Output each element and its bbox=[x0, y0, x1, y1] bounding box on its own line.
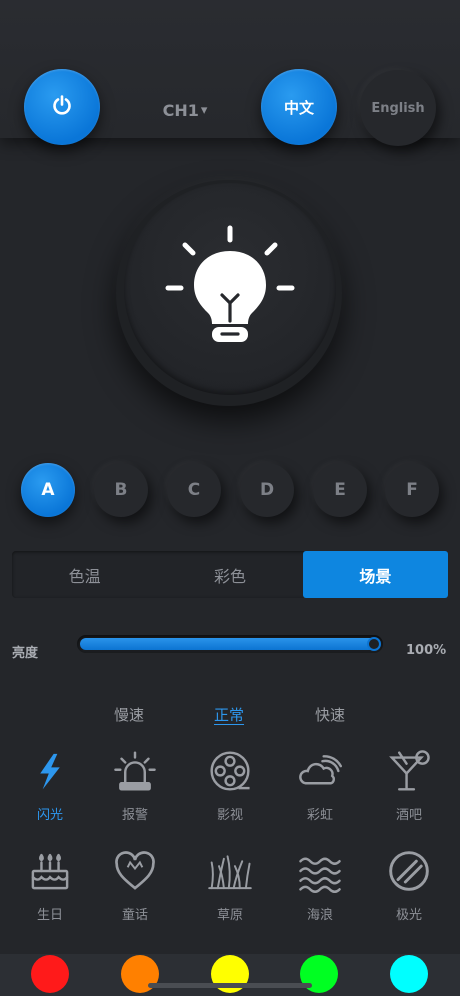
group-button-c[interactable]: C bbox=[167, 463, 221, 517]
group-button-label: B bbox=[114, 480, 128, 500]
scene-label: 报警 bbox=[121, 808, 148, 823]
lightning-icon bbox=[10, 749, 90, 793]
tab-mode-0[interactable]: 色温 bbox=[12, 551, 157, 598]
brightness-slider-handle[interactable] bbox=[367, 637, 381, 651]
power-icon bbox=[51, 94, 73, 120]
birthday-cake-icon bbox=[10, 849, 90, 893]
heart-icon bbox=[95, 849, 175, 893]
scene-button-4[interactable]: 酒吧 bbox=[369, 749, 449, 839]
waves-icon bbox=[280, 849, 360, 893]
lightbulb-icon bbox=[164, 223, 296, 355]
language-chinese-label: 中文 bbox=[283, 98, 314, 117]
color-swatch-4[interactable] bbox=[390, 955, 428, 993]
group-button-f[interactable]: F bbox=[385, 463, 439, 517]
cocktail-icon bbox=[369, 749, 449, 793]
rainbow-cloud-icon bbox=[280, 749, 360, 793]
light-toggle-button[interactable] bbox=[124, 183, 336, 395]
scene-button-5[interactable]: 生日 bbox=[10, 849, 90, 939]
scene-button-3[interactable]: 彩虹 bbox=[280, 749, 360, 839]
group-button-e[interactable]: E bbox=[313, 463, 367, 517]
scene-label: 极光 bbox=[395, 908, 422, 923]
scene-button-7[interactable]: 草原 bbox=[190, 849, 270, 939]
channel-label: CH1 bbox=[162, 100, 199, 120]
speed-option-0[interactable]: 慢速 bbox=[114, 704, 144, 725]
scene-button-1[interactable]: 报警 bbox=[95, 749, 175, 839]
alarm-siren-icon bbox=[95, 749, 175, 793]
language-chinese-button[interactable]: 中文 bbox=[261, 69, 337, 145]
scene-label: 生日 bbox=[36, 908, 63, 923]
home-indicator bbox=[148, 983, 312, 988]
scene-label: 闪光 bbox=[36, 808, 63, 823]
language-english-button[interactable]: English bbox=[360, 70, 436, 146]
speed-option-1[interactable]: 正常 bbox=[214, 704, 244, 725]
tab-mode-1[interactable]: 彩色 bbox=[157, 551, 302, 598]
scene-button-2[interactable]: 影视 bbox=[190, 749, 270, 839]
brightness-label: 亮度 bbox=[12, 646, 39, 661]
film-reel-icon bbox=[190, 749, 270, 793]
speed-option-2[interactable]: 快速 bbox=[315, 704, 345, 725]
scene-label: 彩虹 bbox=[306, 808, 333, 823]
group-button-b[interactable]: B bbox=[94, 463, 148, 517]
scene-label: 草原 bbox=[216, 908, 243, 923]
tab-label: 彩色 bbox=[213, 566, 246, 586]
mode-tabs: 色温 彩色 场景 bbox=[12, 551, 448, 598]
aurora-icon bbox=[369, 849, 449, 893]
group-button-label: C bbox=[187, 480, 201, 500]
scene-label: 童话 bbox=[121, 908, 148, 923]
group-button-a[interactable]: A bbox=[21, 463, 75, 517]
group-button-label: A bbox=[41, 480, 55, 500]
color-swatch-0[interactable] bbox=[31, 955, 69, 993]
scene-button-9[interactable]: 极光 bbox=[369, 849, 449, 939]
language-english-label: English bbox=[371, 100, 425, 116]
brightness-slider[interactable] bbox=[77, 635, 383, 653]
group-button-label: E bbox=[334, 480, 346, 500]
group-button-d[interactable]: D bbox=[240, 463, 294, 517]
tab-mode-2[interactable]: 场景 bbox=[302, 551, 448, 598]
tab-label: 场景 bbox=[359, 566, 392, 586]
scene-label: 影视 bbox=[216, 808, 243, 823]
brightness-value: 100% bbox=[406, 643, 447, 658]
group-button-label: F bbox=[406, 480, 418, 500]
channel-select[interactable]: CH1 ▾ bbox=[150, 96, 220, 124]
group-button-label: D bbox=[259, 480, 275, 500]
scene-button-6[interactable]: 童话 bbox=[95, 849, 175, 939]
scene-button-8[interactable]: 海浪 bbox=[280, 849, 360, 939]
chevron-down-icon: ▾ bbox=[200, 102, 208, 118]
grass-icon bbox=[190, 849, 270, 893]
scene-label: 海浪 bbox=[306, 908, 333, 923]
scene-label: 酒吧 bbox=[395, 808, 422, 823]
scene-button-0[interactable]: 闪光 bbox=[10, 749, 90, 839]
brightness-slider-fill bbox=[80, 638, 380, 650]
power-button[interactable] bbox=[24, 69, 100, 145]
tab-label: 色温 bbox=[68, 566, 101, 586]
